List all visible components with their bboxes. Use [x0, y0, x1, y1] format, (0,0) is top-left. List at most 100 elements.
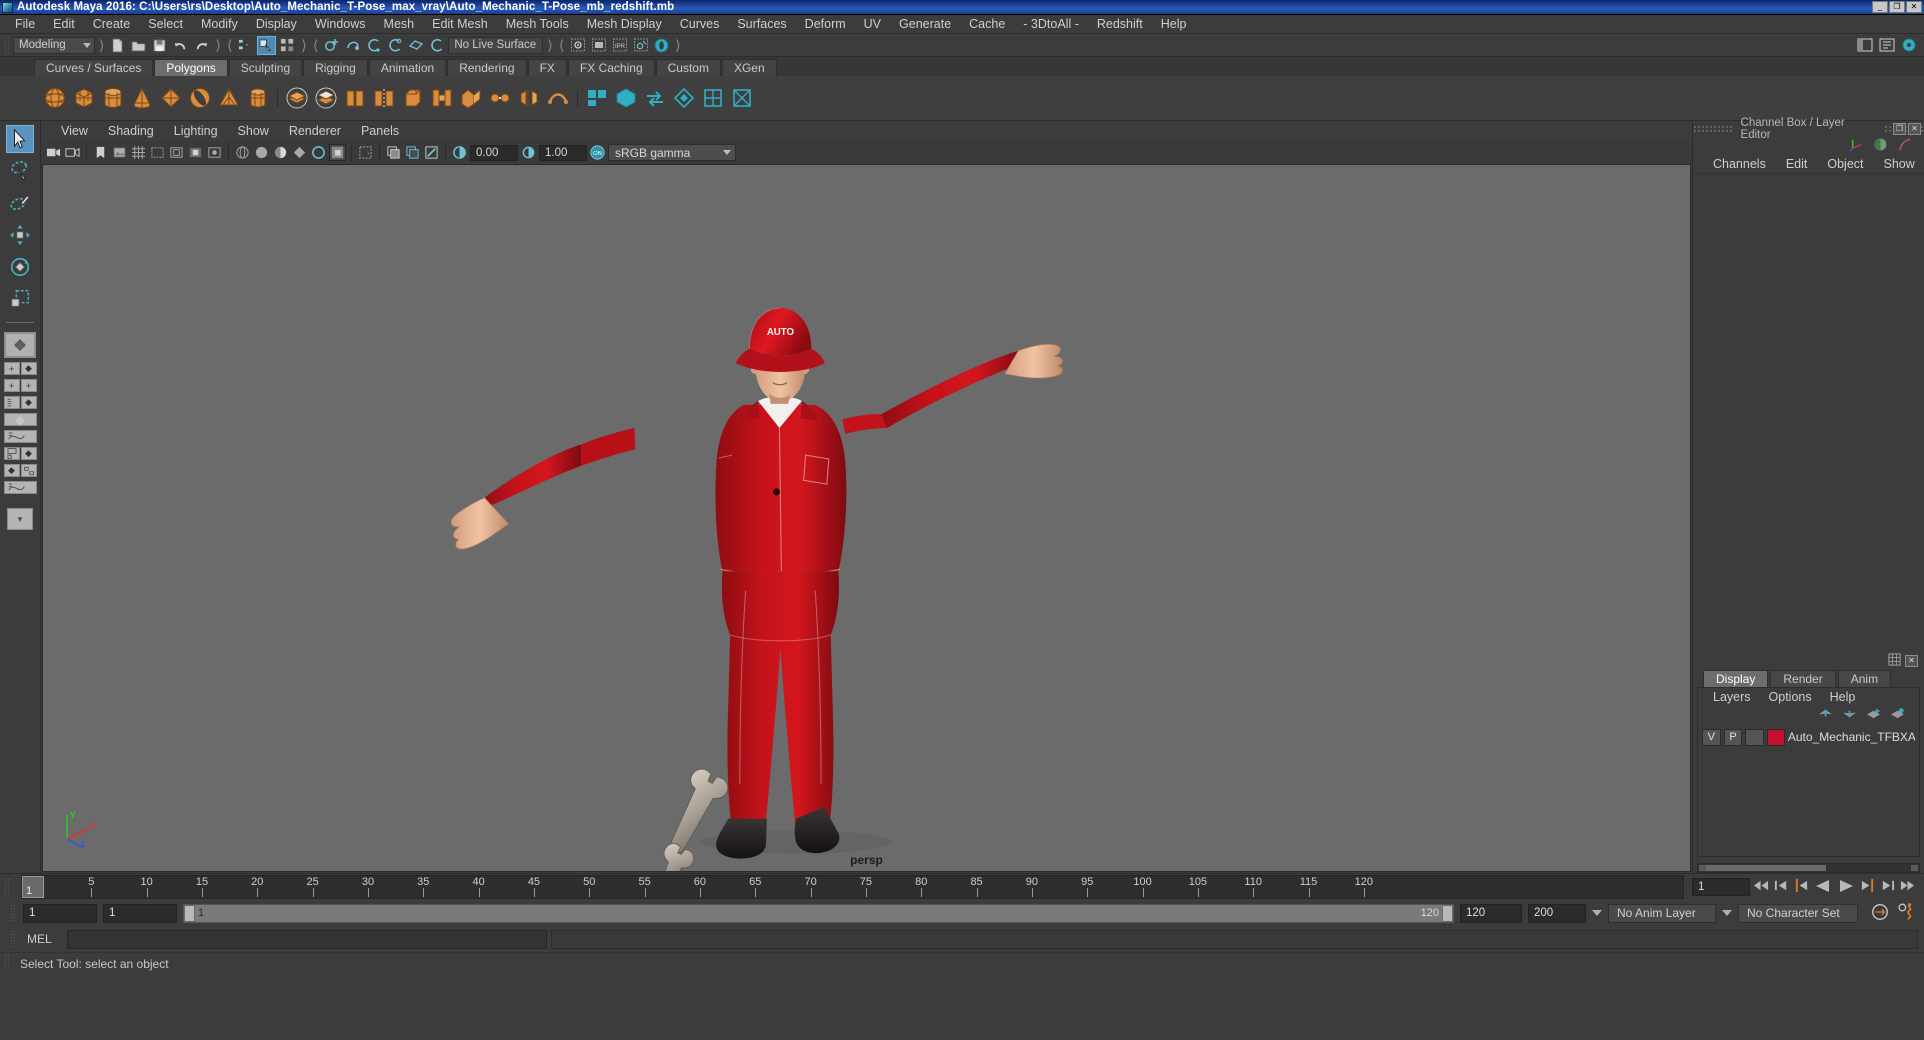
- shelf-tab-fx[interactable]: FX: [527, 59, 567, 76]
- menu-item-surfaces[interactable]: Surfaces: [728, 15, 795, 34]
- time-slider-grip[interactable]: [4, 877, 11, 897]
- shelf-tab-animation[interactable]: Animation: [368, 59, 447, 76]
- merge-icon[interactable]: [487, 85, 513, 111]
- menu-item-display[interactable]: Display: [247, 15, 306, 34]
- poly-torus-icon[interactable]: [187, 85, 213, 111]
- layer-horizontal-scrollbar[interactable]: [1697, 863, 1920, 873]
- boolean-union-icon[interactable]: [284, 85, 310, 111]
- persp-graph-editor-layout-button[interactable]: [3, 481, 37, 494]
- menu-item-edit-mesh[interactable]: Edit Mesh: [423, 15, 497, 34]
- outliner-persp-layout-button[interactable]: [3, 396, 20, 409]
- bookmark-icon[interactable]: [92, 144, 109, 161]
- poly-pyramid-icon[interactable]: [216, 85, 242, 111]
- open-scene-button[interactable]: [129, 36, 148, 55]
- menu-item-mesh-display[interactable]: Mesh Display: [578, 15, 671, 34]
- scroll-right-arrow[interactable]: [1911, 865, 1918, 871]
- layer-menu-layers[interactable]: Layers: [1704, 690, 1760, 704]
- save-scene-button[interactable]: [150, 36, 169, 55]
- rotate-tool[interactable]: [6, 253, 34, 281]
- shelf-tab-polygons[interactable]: Polygons: [154, 59, 228, 76]
- image-plane-icon[interactable]: [111, 144, 128, 161]
- menu-item-edit[interactable]: Edit: [44, 15, 84, 34]
- select-similar-icon[interactable]: [584, 85, 610, 111]
- command-line-grip[interactable]: [10, 929, 17, 949]
- viewport-menu-shading[interactable]: Shading: [98, 124, 164, 138]
- step-forward-key-button[interactable]: [1879, 878, 1896, 896]
- select-hierarchy-button[interactable]: [236, 36, 255, 55]
- menu-item-deform[interactable]: Deform: [796, 15, 855, 34]
- menu-item-help[interactable]: Help: [1152, 15, 1196, 34]
- range-end-handle[interactable]: [1442, 904, 1453, 922]
- snap-curve-button[interactable]: [343, 36, 362, 55]
- mirror-icon[interactable]: [516, 85, 542, 111]
- menu-item-generate[interactable]: Generate: [890, 15, 960, 34]
- resolution-gate-icon[interactable]: [168, 144, 185, 161]
- play-forwards-button[interactable]: [1836, 878, 1856, 897]
- auto-keyframe-toggle-icon[interactable]: [1870, 902, 1890, 925]
- channel-box-menu-object[interactable]: Object: [1817, 157, 1873, 171]
- move-layer-down-icon[interactable]: [1842, 707, 1857, 723]
- quadrangulate-icon[interactable]: [700, 85, 726, 111]
- gamma-field[interactable]: 1.00: [539, 144, 587, 161]
- close-button[interactable]: ✕: [1906, 1, 1922, 13]
- character-set-chevron-icon[interactable]: [1722, 910, 1732, 916]
- four-view-layout-button[interactable]: +: [3, 362, 20, 375]
- minimize-button[interactable]: _: [1872, 1, 1888, 13]
- snap-point-button[interactable]: [364, 36, 383, 55]
- channel-box-menu-show[interactable]: Show: [1874, 157, 1924, 171]
- open-tool-settings-button[interactable]: [1877, 36, 1896, 55]
- ambient-occlusion-icon[interactable]: [404, 144, 421, 161]
- persp-graph-layout-button[interactable]: ◆: [3, 412, 37, 427]
- bridge-icon[interactable]: [429, 85, 455, 111]
- character-set-selector[interactable]: No Character Set: [1738, 903, 1858, 923]
- create-layer-from-selected-icon[interactable]: [1890, 707, 1905, 723]
- camera-attributes-icon[interactable]: [64, 144, 81, 161]
- open-channel-box-button[interactable]: [1899, 36, 1918, 55]
- anim-end-time-field[interactable]: 200: [1528, 903, 1586, 923]
- menu-item-windows[interactable]: Windows: [306, 15, 375, 34]
- layer-row[interactable]: VP Auto_Mechanic_TFBXASC: [1698, 727, 1919, 747]
- shelf-tab-curves-surfaces[interactable]: Curves / Surfaces: [34, 59, 154, 76]
- move-layer-up-icon[interactable]: [1818, 707, 1833, 723]
- separate-icon[interactable]: [371, 85, 397, 111]
- new-scene-button[interactable]: [108, 36, 127, 55]
- menu-item-uv[interactable]: UV: [855, 15, 890, 34]
- toggle-panel-button[interactable]: [652, 36, 671, 55]
- viewport-menu-show[interactable]: Show: [228, 124, 279, 138]
- close-panel-button[interactable]: ✕: [1908, 123, 1921, 135]
- shelf-tab-fx-caching[interactable]: FX Caching: [567, 59, 655, 76]
- layer-playback-toggle[interactable]: P: [1723, 728, 1743, 746]
- layer-color-swatch[interactable]: [1767, 728, 1785, 746]
- status-bar-grip[interactable]: [4, 954, 11, 973]
- shelf-tab-rendering[interactable]: Rendering: [447, 59, 527, 76]
- smooth-icon[interactable]: [545, 85, 571, 111]
- snap-view-plane-button[interactable]: [406, 36, 425, 55]
- layer-type-toggle[interactable]: [1745, 728, 1765, 746]
- layer-tab-anim[interactable]: Anim: [1837, 670, 1892, 687]
- live-surface-field[interactable]: No Live Surface: [448, 36, 544, 54]
- viewport-menu-panels[interactable]: Panels: [351, 124, 409, 138]
- shelf-tab-xgen[interactable]: XGen: [721, 59, 777, 76]
- time-slider[interactable]: 1 5 10 15 20 25 30 35 40 45 50 55 60 65 70 75 80 85 90 95 1…: [21, 875, 1684, 899]
- more-layouts-button[interactable]: ▾: [7, 508, 33, 530]
- anim-start-time-field[interactable]: 1: [23, 903, 97, 923]
- exposure-reset-icon[interactable]: [451, 144, 468, 161]
- poly-plane-icon[interactable]: [158, 85, 184, 111]
- film-gate-icon[interactable]: [149, 144, 166, 161]
- shelf-tab-rigging[interactable]: Rigging: [303, 59, 368, 76]
- extrude-icon[interactable]: [458, 85, 484, 111]
- anim-layer-chevron-icon[interactable]: [1592, 910, 1602, 916]
- poly-sphere-icon[interactable]: [42, 85, 68, 111]
- xray-icon[interactable]: [206, 144, 223, 161]
- menu-item-cache[interactable]: Cache: [960, 15, 1014, 34]
- go-to-start-button[interactable]: [1753, 878, 1770, 896]
- layer-tab-display[interactable]: Display: [1703, 670, 1769, 687]
- snap-grid-button[interactable]: [322, 36, 341, 55]
- command-input-field[interactable]: [67, 929, 547, 949]
- select-object-button[interactable]: [257, 35, 277, 55]
- playback-range-bar[interactable]: 1 120: [183, 903, 1454, 923]
- viewport-menu-view[interactable]: View: [51, 124, 98, 138]
- toolbar-grip[interactable]: [4, 35, 11, 55]
- gate-mask-icon[interactable]: [187, 144, 204, 161]
- menu-item-curves[interactable]: Curves: [671, 15, 729, 34]
